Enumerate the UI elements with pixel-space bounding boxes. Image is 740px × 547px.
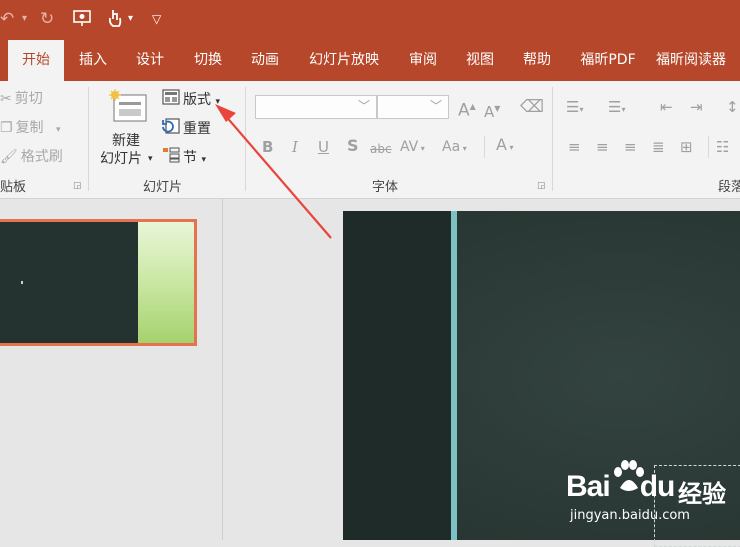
brush-icon: 🖌 — [0, 149, 18, 165]
customize-icon[interactable]: ▽ — [152, 8, 161, 30]
thumbnail-mark — [21, 281, 23, 284]
clear-format-icon[interactable]: ⌫ — [520, 97, 544, 117]
format-painter-button[interactable]: 🖌 格式刷 — [0, 147, 63, 167]
group-divider — [552, 87, 553, 191]
line-spacing-icon[interactable]: ↕ — [726, 97, 739, 117]
watermark-cn: 经验 — [678, 480, 726, 508]
tab-animations[interactable]: 动画 — [238, 40, 292, 81]
reset-button[interactable]: 重置 — [162, 118, 211, 140]
cut-button[interactable]: ✂ 剪切 — [0, 89, 43, 109]
decrease-indent-icon[interactable]: ⇤ — [660, 97, 673, 117]
tab-foxit-pdf[interactable]: 福昕PDF — [566, 40, 650, 81]
increase-indent-icon[interactable]: ⇥ — [690, 97, 703, 117]
paragraph-group-label: 段落 — [718, 180, 740, 195]
tab-foxit-reader[interactable]: 福昕阅读器 — [656, 40, 740, 81]
strikethrough-button[interactable]: abc — [370, 139, 392, 159]
chevron-down-icon[interactable]: ﹀ — [430, 97, 442, 114]
slideshow-icon[interactable] — [72, 8, 92, 34]
quick-access-toolbar: ↶ ▾ ↻ ▾ ▽ — [0, 0, 740, 40]
undo-icon[interactable]: ↶ — [0, 8, 14, 30]
undo-dropdown-icon[interactable]: ▾ — [22, 8, 27, 30]
ribbon-home: ✂ 剪切 ❐ 复制 ▾ 🖌 格式刷 贴板 ◲ 新建 幻灯片 ▾ 版式 ▾ 重置 … — [0, 81, 740, 199]
watermark-url: jingyan.baidu.com — [570, 508, 690, 523]
new-slide-dropdown-icon[interactable]: ▾ — [148, 149, 153, 169]
inline-divider — [484, 136, 485, 158]
thumbnail-green-area — [138, 222, 194, 343]
numbering-icon[interactable]: ☰▾ — [608, 97, 625, 120]
copy-button[interactable]: ❐ 复制 ▾ — [0, 118, 61, 140]
shadow-button[interactable]: S — [347, 136, 359, 156]
ribbon-tabs: 开始 插入 设计 切换 动画 幻灯片放映 审阅 视图 帮助 福昕PDF 福昕阅读… — [0, 40, 740, 81]
grow-font-button[interactable]: A▲ — [458, 97, 476, 121]
clipboard-launcher-icon[interactable]: ◲ — [73, 181, 82, 191]
underline-button[interactable]: U — [318, 137, 329, 157]
bold-button[interactable]: B — [262, 137, 273, 157]
layout-dropdown-icon: ▾ — [215, 97, 220, 107]
align-left-icon[interactable]: ≡ — [568, 137, 581, 157]
baidu-jingyan-watermark: Bai du 经验 jingyan.baidu.com — [566, 460, 740, 530]
scissors-icon: ✂ — [0, 91, 12, 107]
align-center-icon[interactable]: ≡ — [596, 137, 609, 157]
section-dropdown-icon: ▾ — [201, 155, 206, 165]
slide-thumbnail-pane — [0, 199, 222, 540]
tab-transitions[interactable]: 切换 — [180, 40, 236, 81]
touch-mode-icon[interactable] — [106, 8, 124, 34]
new-slide-button[interactable]: 新建 幻灯片 ▾ — [100, 89, 158, 169]
distributed-icon[interactable]: ⊞ — [680, 137, 693, 157]
new-slide-icon — [108, 89, 148, 131]
watermark-brand: Bai du — [566, 470, 675, 503]
copy-icon: ❐ — [0, 120, 13, 136]
layout-button[interactable]: 版式 ▾ — [162, 89, 220, 112]
chevron-down-icon[interactable]: ﹀ — [358, 97, 370, 114]
font-group-label: 字体 — [372, 180, 399, 195]
tab-view[interactable]: 视图 — [452, 40, 508, 81]
shrink-font-button[interactable]: A▼ — [484, 99, 500, 122]
copy-dropdown-icon[interactable]: ▾ — [56, 125, 61, 135]
group-divider — [245, 87, 246, 191]
layout-icon — [162, 89, 180, 111]
tab-insert[interactable]: 插入 — [66, 40, 120, 81]
touch-dropdown-icon[interactable]: ▾ — [128, 8, 133, 30]
font-color-button[interactable]: A ▾ — [496, 135, 514, 158]
justify-icon[interactable]: ≣ — [652, 137, 665, 157]
section-button[interactable]: 节 ▾ — [162, 147, 206, 170]
change-case-button[interactable]: Aa ▾ — [442, 137, 467, 159]
group-divider — [88, 87, 89, 191]
align-right-icon[interactable]: ≡ — [624, 137, 637, 157]
inline-divider — [708, 136, 709, 158]
font-launcher-icon[interactable]: ◲ — [537, 181, 546, 191]
font-name-combo[interactable]: ﹀ — [255, 95, 377, 119]
tab-slideshow[interactable]: 幻灯片放映 — [296, 40, 392, 81]
columns-icon[interactable]: ☷ — [716, 137, 729, 157]
tab-help[interactable]: 帮助 — [510, 40, 564, 81]
char-spacing-button[interactable]: AV ▾ — [400, 137, 425, 159]
slide-dark-band — [343, 211, 451, 540]
slide-accent-bar — [451, 211, 457, 540]
redo-icon[interactable]: ↻ — [40, 8, 54, 30]
slide-thumbnail-1[interactable] — [0, 219, 197, 346]
tab-review[interactable]: 审阅 — [396, 40, 450, 81]
clipboard-group-label: 贴板 — [0, 180, 27, 195]
reset-icon — [162, 118, 180, 140]
tab-home[interactable]: 开始 — [8, 40, 64, 81]
slides-group-label: 幻灯片 — [143, 180, 183, 195]
italic-button[interactable]: I — [292, 137, 298, 157]
bullets-icon[interactable]: ☰▾ — [566, 97, 583, 120]
section-icon — [162, 147, 180, 169]
font-size-combo[interactable]: ﹀ — [377, 95, 449, 119]
tab-design[interactable]: 设计 — [122, 40, 178, 81]
